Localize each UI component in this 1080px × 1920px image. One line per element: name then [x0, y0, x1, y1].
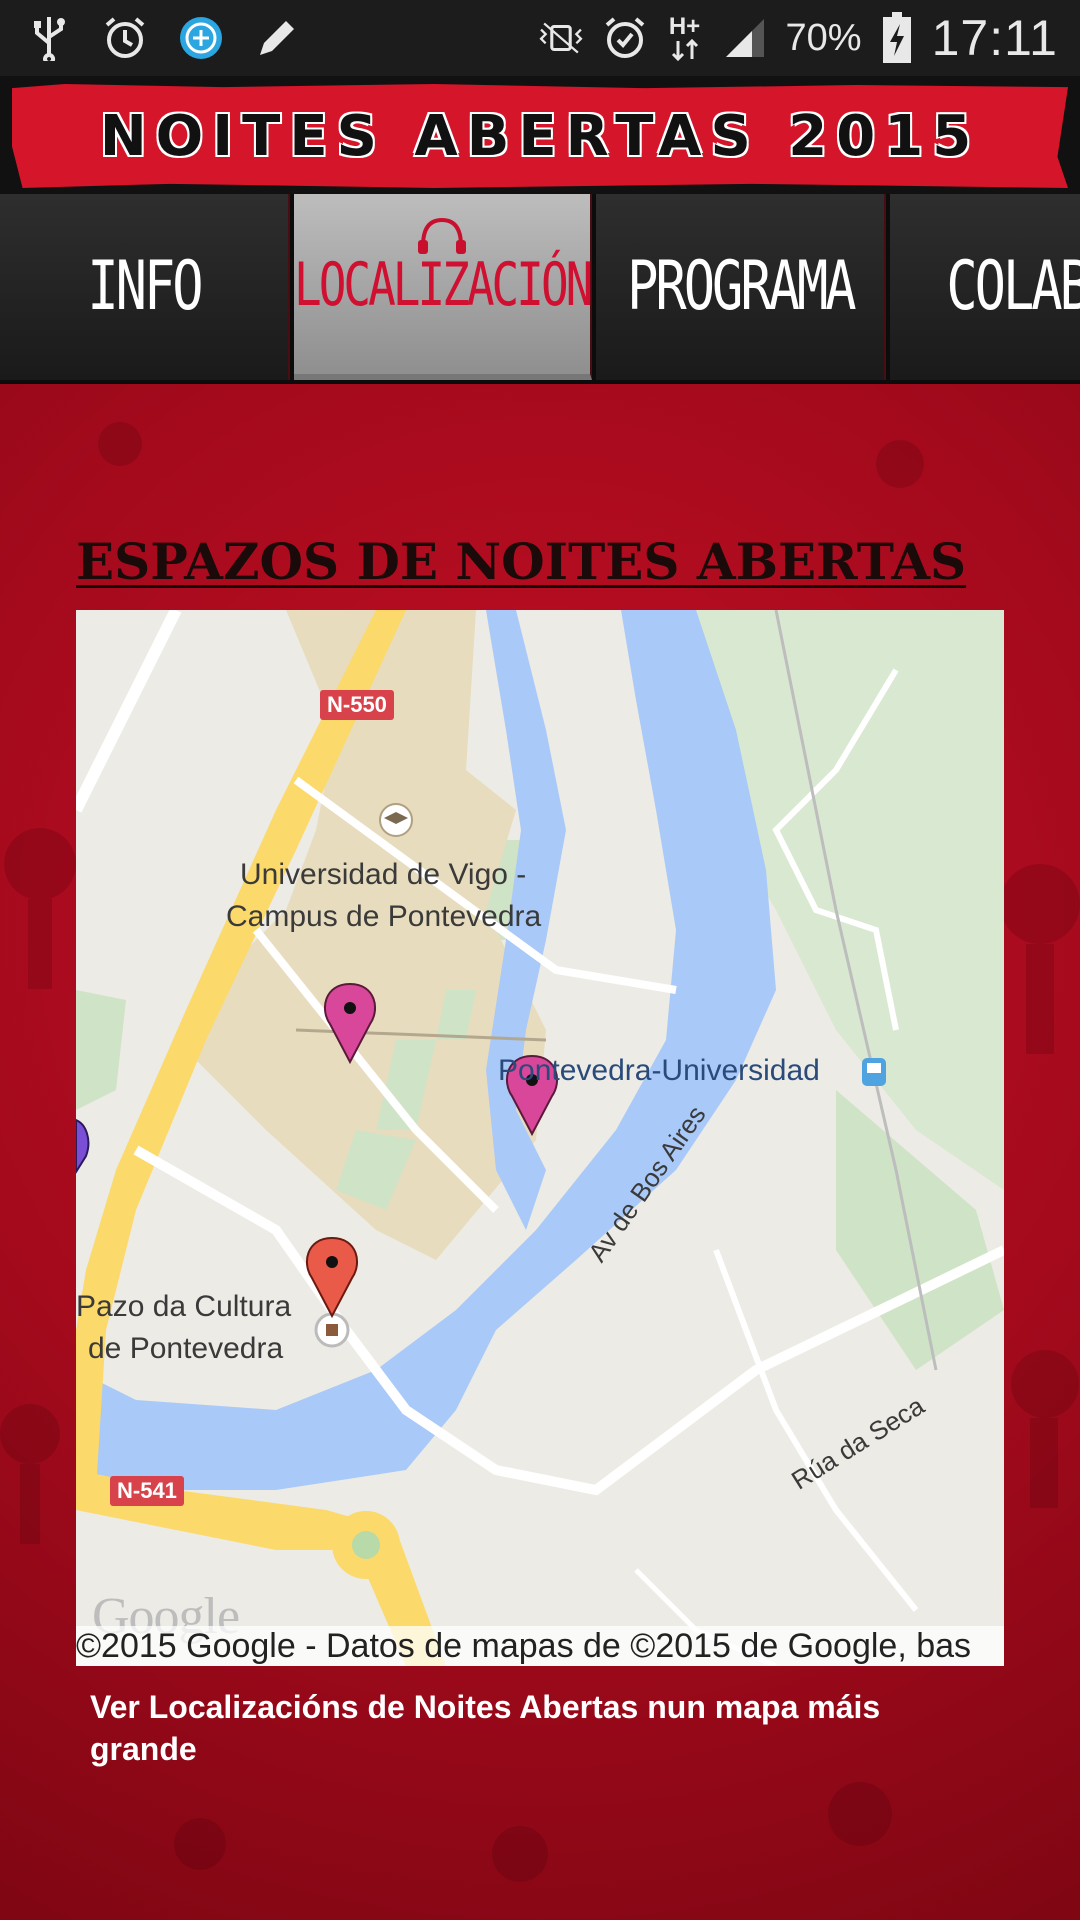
road-badge-n550: N-550 — [320, 690, 394, 720]
map-label-pazo: Pazo da Cultura — [76, 1290, 292, 1323]
tab-label: LOCALIZACIÓN — [294, 248, 593, 320]
map-pin[interactable] — [305, 1236, 359, 1319]
tab-label: INFO — [87, 248, 203, 326]
status-right-icons: H+ 70% 17:11 — [538, 10, 1058, 66]
alarm-icon — [602, 15, 648, 61]
map-pin[interactable] — [76, 1118, 90, 1174]
tab-localizacion[interactable]: LOCALIZACIÓN — [294, 194, 593, 380]
tab-label: PROGRAMA — [627, 248, 856, 326]
status-left-icons — [26, 10, 300, 66]
map-canvas — [76, 610, 1004, 1666]
banner-logo: NOITES ABERTAS 2015 — [12, 84, 1068, 188]
banner-title: NOITES ABERTAS 2015 — [99, 103, 981, 169]
tab-bar: INFO LOCALIZACIÓN PROGRAMA COLABOR — [0, 194, 1080, 384]
add-circle-icon — [178, 15, 224, 61]
map-attribution[interactable]: ©2015 Google - Datos de mapas de ©2015 d… — [76, 1626, 1004, 1666]
map-label-pazo: de Pontevedra — [88, 1332, 284, 1365]
section-title: ESPAZOS DE NOITES ABERTAS — [76, 532, 967, 591]
content-area: ESPAZOS DE NOITES ABERTAS N-550 N-541 Un… — [0, 384, 1080, 1920]
embedded-map[interactable]: N-550 N-541 Universidad de Vigo - Campus… — [76, 610, 1004, 1666]
signal-icon — [722, 15, 768, 61]
map-label-university: Universidad de Vigo - — [240, 858, 527, 891]
app-banner: NOITES ABERTAS 2015 — [0, 76, 1080, 194]
tab-label: COLABOR — [946, 248, 1080, 326]
map-label-university: Campus de Pontevedra — [226, 900, 542, 933]
usb-icon — [26, 15, 72, 61]
vibrate-mute-icon — [538, 15, 584, 61]
pencil-icon — [254, 15, 300, 61]
battery-charging-icon — [880, 12, 914, 63]
alarm-icon — [102, 15, 148, 61]
map-label-station: Pontevedra-Universidad — [498, 1054, 820, 1087]
status-bar: H+ 70% 17:11 — [0, 0, 1080, 76]
road-badge-n541: N-541 — [110, 1476, 184, 1506]
tab-colaboradores[interactable]: COLABOR — [890, 194, 1080, 380]
tab-info[interactable]: INFO — [0, 194, 290, 380]
data-arrows-icon: H+ — [666, 15, 704, 61]
larger-map-link[interactable]: Ver Localizacións de Noites Abertas nun … — [90, 1686, 990, 1770]
tab-programa[interactable]: PROGRAMA — [596, 194, 887, 380]
clock: 17:11 — [931, 10, 1058, 66]
battery-percent: 70% — [785, 16, 862, 59]
